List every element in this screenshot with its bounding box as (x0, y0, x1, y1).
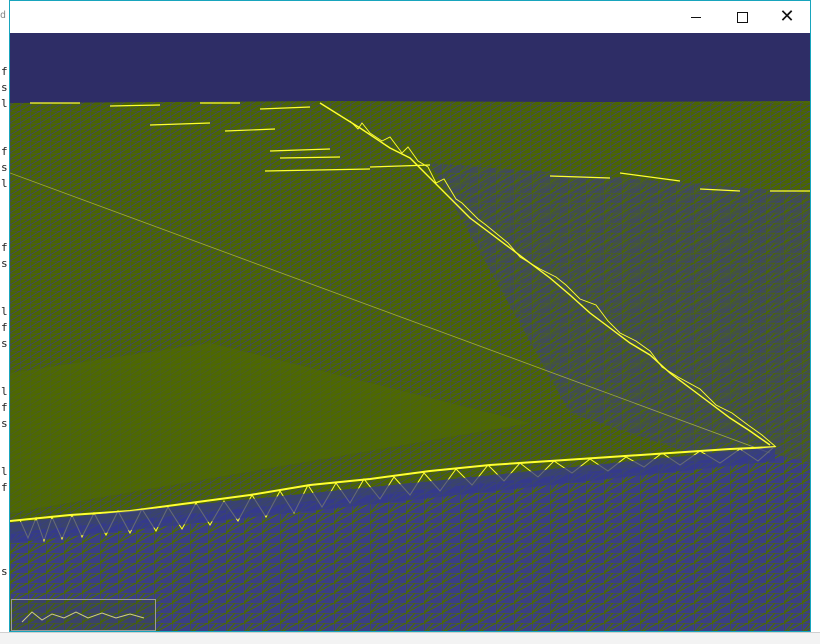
3d-terrain-viewport[interactable] (10, 33, 810, 631)
minimap-overlay (11, 599, 156, 631)
console-fragment: f (1, 145, 8, 158)
console-fragment: f (1, 241, 8, 254)
background-app-bottom-strip (0, 632, 820, 644)
background-desktop-strip (811, 0, 820, 632)
console-fragment: f (1, 481, 8, 494)
console-fragment: f (1, 401, 8, 414)
maximize-button[interactable] (719, 1, 765, 33)
console-fragment: f (1, 65, 8, 78)
terrain-render (10, 33, 810, 631)
console-fragment: s (1, 417, 8, 430)
console-fragment: s (1, 161, 8, 174)
console-fragment: f (1, 321, 8, 334)
close-icon: ✕ (779, 6, 795, 27)
console-fragment: l (1, 97, 8, 110)
console-fragment: s (1, 81, 8, 94)
sky (10, 33, 810, 105)
console-fragment: s (1, 565, 8, 578)
close-button[interactable]: ✕ (764, 1, 810, 33)
console-fragment: l (1, 305, 8, 318)
minimize-icon (691, 16, 701, 18)
title-bar[interactable]: ✕ (10, 1, 810, 33)
console-fragment: s (1, 337, 8, 350)
console-fragment: l (1, 177, 8, 190)
console-fragment-top: d (0, 10, 7, 21)
console-fragment: l (1, 385, 8, 398)
maximize-icon (736, 11, 748, 23)
console-fragment: s (1, 257, 8, 270)
terrain-viewer-window: ✕ (9, 0, 811, 632)
minimize-button[interactable] (673, 1, 719, 33)
console-fragment: l (1, 465, 8, 478)
